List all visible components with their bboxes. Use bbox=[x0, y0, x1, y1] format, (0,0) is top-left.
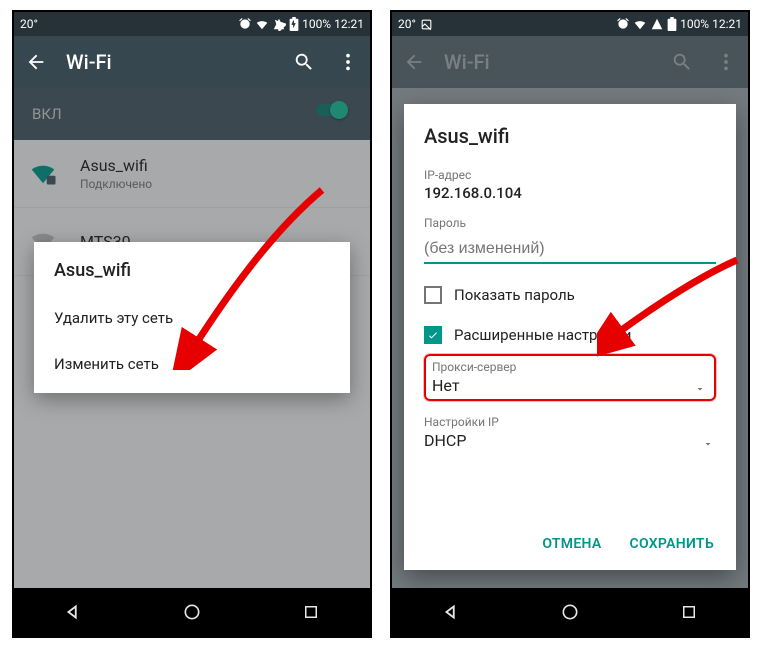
password-input[interactable] bbox=[424, 234, 716, 264]
advanced-label: Расширенные настройки bbox=[454, 326, 631, 344]
ip-settings-dropdown[interactable]: Настройки IP DHCP bbox=[424, 415, 716, 450]
proxy-dropdown[interactable]: Прокси-сервер Нет bbox=[432, 360, 708, 395]
battery-icon bbox=[289, 17, 299, 31]
menu-item-modify[interactable]: Изменить сеть bbox=[54, 341, 330, 387]
ip-address-value: 192.168.0.104 bbox=[424, 184, 716, 202]
battery-pct: 100% bbox=[680, 17, 709, 31]
dialog-title: Asus_wifi bbox=[424, 124, 716, 148]
ip-settings-label: Настройки IP bbox=[424, 415, 716, 429]
overflow-button[interactable] bbox=[334, 48, 362, 76]
signal-icon bbox=[272, 17, 286, 31]
battery-icon bbox=[667, 17, 677, 31]
checkbox-icon bbox=[424, 286, 442, 304]
wifi-icon bbox=[255, 17, 269, 31]
back-button[interactable] bbox=[22, 48, 50, 76]
action-bar: Wi-Fi bbox=[14, 36, 370, 88]
status-bar: 20° 100% 12:21 bbox=[392, 12, 748, 36]
nav-back[interactable] bbox=[427, 588, 475, 636]
phone-left: 20° 100% 12:21 Wi-Fi bbox=[12, 10, 372, 638]
password-label: Пароль bbox=[424, 216, 716, 230]
network-edit-dialog: Asus_wifi IP-адрес 192.168.0.104 Пароль … bbox=[404, 104, 736, 570]
alarm-icon bbox=[238, 17, 252, 31]
signal-icon bbox=[650, 17, 664, 31]
nav-back[interactable] bbox=[49, 588, 97, 636]
temp-indicator: 20° bbox=[20, 17, 38, 31]
show-password-row[interactable]: Показать пароль bbox=[424, 286, 716, 304]
proxy-highlight: Прокси-сервер Нет bbox=[424, 354, 716, 401]
alarm-icon bbox=[616, 17, 630, 31]
temp-indicator: 20° bbox=[398, 17, 416, 31]
phone-right: 20° 100% 12:21 Wi-Fi Asus_wifi IP-адрес … bbox=[390, 10, 750, 638]
dialog-title: Asus_wifi bbox=[54, 260, 330, 281]
ip-settings-value: DHCP bbox=[424, 431, 716, 450]
save-button[interactable]: СОХРАНИТЬ bbox=[628, 528, 716, 560]
battery-pct: 100% bbox=[302, 17, 331, 31]
nav-home[interactable] bbox=[168, 588, 216, 636]
screenshot-icon bbox=[420, 18, 433, 31]
ip-address-label: IP-адрес bbox=[424, 168, 716, 182]
proxy-value: Нет bbox=[432, 376, 708, 395]
chevron-down-icon bbox=[694, 380, 706, 399]
nav-bar bbox=[14, 588, 370, 636]
cancel-button[interactable]: ОТМЕНА bbox=[540, 528, 603, 560]
clock: 12:21 bbox=[334, 17, 364, 31]
show-password-label: Показать пароль bbox=[454, 286, 575, 304]
wifi-icon bbox=[633, 17, 647, 31]
nav-bar bbox=[392, 588, 748, 636]
proxy-label: Прокси-сервер bbox=[432, 360, 708, 374]
menu-item-forget[interactable]: Удалить эту сеть bbox=[54, 295, 330, 341]
advanced-row[interactable]: Расширенные настройки bbox=[424, 326, 716, 344]
dialog-actions: ОТМЕНА СОХРАНИТЬ bbox=[424, 528, 716, 560]
search-button[interactable] bbox=[290, 48, 318, 76]
status-bar: 20° 100% 12:21 bbox=[14, 12, 370, 36]
clock: 12:21 bbox=[712, 17, 742, 31]
nav-home[interactable] bbox=[546, 588, 594, 636]
context-menu-dialog: Asus_wifi Удалить эту сеть Изменить сеть bbox=[34, 242, 350, 393]
checkbox-icon bbox=[424, 326, 442, 344]
chevron-down-icon bbox=[702, 435, 714, 454]
page-title: Wi-Fi bbox=[66, 50, 274, 74]
nav-recent[interactable] bbox=[665, 588, 713, 636]
nav-recent[interactable] bbox=[287, 588, 335, 636]
